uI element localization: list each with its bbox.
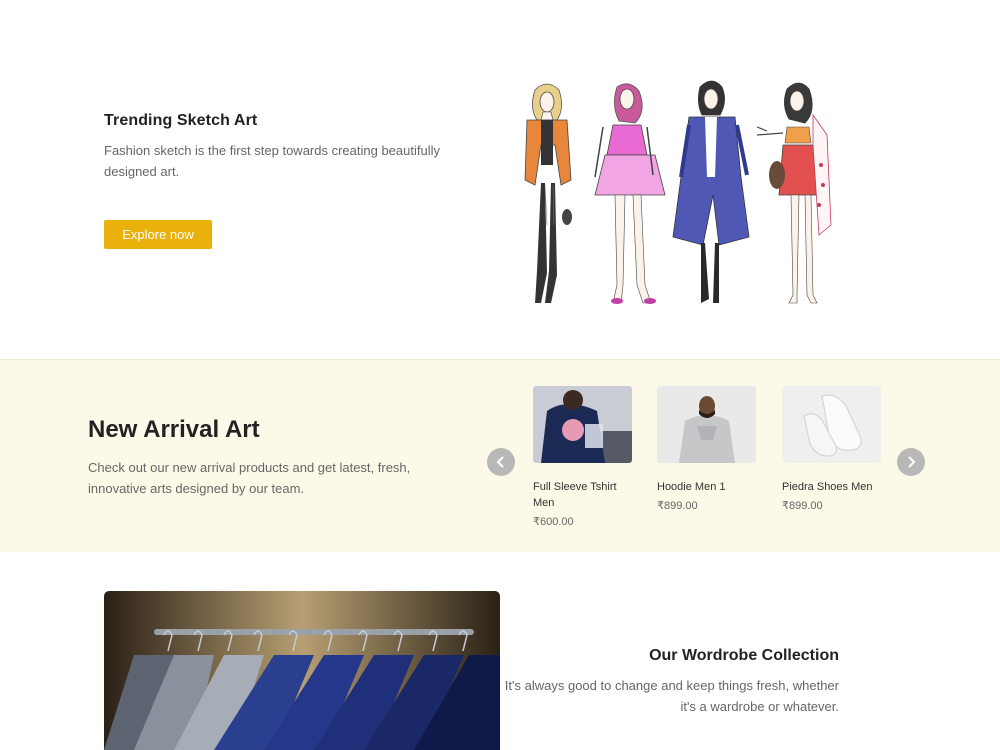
new-arrival-description: Check out our new arrival products and g… (88, 460, 411, 496)
carousel-next-button[interactable] (897, 448, 925, 476)
wardrobe-image (104, 591, 500, 750)
product-image-tshirt[interactable] (533, 386, 632, 463)
product-name[interactable]: Piedra Shoes Men (782, 479, 882, 495)
wardrobe-title: Our Wordrobe Collection (649, 647, 839, 664)
product-price: ₹899.00 (657, 500, 698, 512)
sketch-figure-pink (594, 83, 666, 304)
carousel-prev-button[interactable] (487, 448, 515, 476)
product-card[interactable]: Piedra Shoes Men ₹899.00 (782, 386, 882, 512)
product-card[interactable]: Hoodie Men 1 ₹899.00 (657, 386, 757, 512)
product-image-hoodie[interactable] (657, 386, 756, 463)
sketch-figure-red (756, 82, 832, 304)
hero-title: Trending Sketch Art (104, 112, 258, 129)
wardrobe-description: It's always good to change and keep thin… (504, 678, 839, 714)
product-card[interactable]: Full Sleeve Tshirt Men ₹600.00 (533, 386, 633, 528)
sketch-figure-blue (672, 80, 750, 303)
product-name[interactable]: Full Sleeve Tshirt Men (533, 479, 633, 511)
sketch-figure-orange (524, 83, 572, 303)
product-price: ₹899.00 (782, 500, 823, 512)
new-arrival-title: New Arrival Art (88, 416, 260, 443)
product-price: ₹600.00 (533, 516, 574, 528)
product-image-shoes[interactable] (782, 386, 881, 463)
new-arrival-section: New Arrival Art Check out our new arriva… (0, 359, 1000, 552)
hero-description: Fashion sketch is the first step towards… (104, 143, 440, 179)
chevron-left-icon (496, 456, 504, 468)
product-name[interactable]: Hoodie Men 1 (657, 479, 757, 495)
explore-now-button[interactable]: Explore now (104, 220, 212, 249)
fashion-sketch-illustration (524, 80, 832, 304)
hero-section: Trending Sketch Art Fashion sketch is th… (0, 0, 1000, 358)
chevron-right-icon (908, 456, 916, 468)
